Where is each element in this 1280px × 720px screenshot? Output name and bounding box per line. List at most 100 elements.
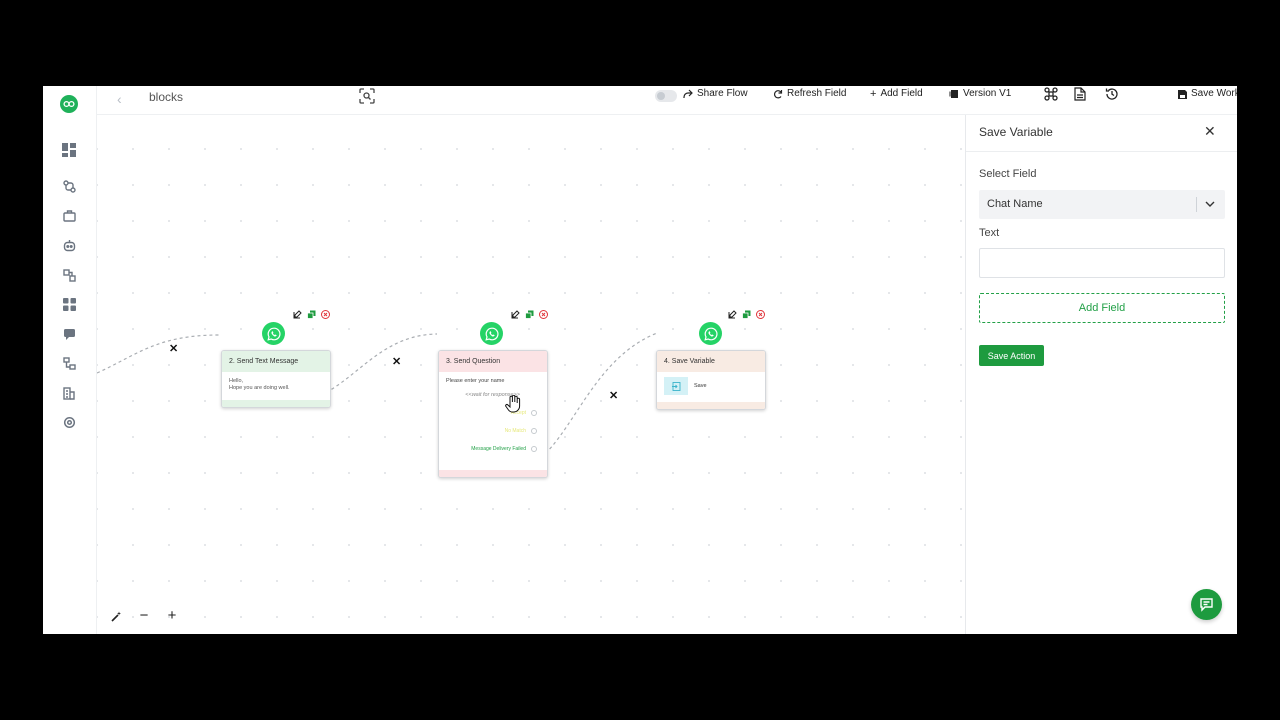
node-3-wait-text: <<wait for response>> <box>465 392 520 398</box>
option-delivery-failed[interactable]: Message Delivery Failed <box>446 445 540 463</box>
version-button[interactable]: Version V1 <box>949 88 1011 100</box>
plus-icon: + <box>870 88 877 100</box>
chat-icon[interactable] <box>61 326 77 342</box>
save-action-button-label: Save Action <box>987 350 1036 361</box>
cut-connection-incoming-icon[interactable]: ✕ <box>169 344 178 355</box>
hierarchy-icon[interactable] <box>61 355 77 371</box>
refresh-field-button[interactable]: Refresh Field <box>773 88 846 100</box>
drone-icon[interactable] <box>1044 87 1058 101</box>
add-field-button-label: Add Field <box>1078 302 1126 314</box>
edit-icon[interactable] <box>511 310 520 319</box>
share-flow-button[interactable]: Share Flow <box>683 88 748 100</box>
node-4-header: 4. Save Variable <box>657 351 765 372</box>
select-field-value: Chat Name <box>987 198 1043 210</box>
panel-divider <box>966 151 1237 152</box>
option-accept[interactable]: Accept <box>446 409 540 427</box>
sidebar <box>43 86 97 634</box>
breadcrumb: blocks <box>149 90 184 104</box>
option-accept-handle[interactable] <box>531 410 537 416</box>
select-separator <box>1196 197 1197 212</box>
cut-connection-1-icon[interactable]: ✕ <box>392 357 401 368</box>
close-icon[interactable]: ✕ <box>1204 124 1216 138</box>
node-3-actions <box>511 310 548 319</box>
connection-line-incoming <box>97 334 220 374</box>
delete-icon[interactable] <box>539 310 548 319</box>
save-workflow-button[interactable]: Save Workflow <box>1178 88 1237 100</box>
whatsapp-icon <box>480 322 503 345</box>
duplicate-icon[interactable] <box>525 310 534 319</box>
briefcase-icon[interactable] <box>61 208 77 224</box>
node-2-footer <box>222 400 330 407</box>
zoom-in-icon[interactable]: + <box>165 608 179 623</box>
save-action-button[interactable]: Save Action <box>979 345 1044 366</box>
option-no-match-handle[interactable] <box>531 428 537 434</box>
save-variable-icon <box>664 377 688 395</box>
cut-connection-2-icon[interactable]: ✕ <box>609 391 618 402</box>
chat-support-button[interactable] <box>1191 589 1222 620</box>
document-icon[interactable] <box>1074 87 1088 101</box>
mode-toggle[interactable] <box>655 90 677 102</box>
add-field-toolbar-button[interactable]: + Add Field <box>870 88 923 100</box>
text-label: Text <box>979 227 1000 239</box>
duplicate-icon[interactable] <box>742 310 751 319</box>
node-4-actions <box>728 310 765 319</box>
node-2-title: 2. Send Text Message <box>229 358 299 365</box>
focus-scan-icon[interactable] <box>359 88 375 104</box>
delete-icon[interactable] <box>756 310 765 319</box>
dashboard-icon[interactable] <box>61 142 77 158</box>
node-3-prompt: Please enter your name <box>446 378 505 384</box>
node-4-body: Save <box>657 372 765 402</box>
history-icon[interactable] <box>1105 87 1119 101</box>
share-flow-label: Share Flow <box>697 88 748 99</box>
option-no-match[interactable]: No Match <box>446 427 540 445</box>
select-field-dropdown[interactable]: Chat Name <box>979 190 1225 219</box>
node-send-text-message[interactable]: 2. Send Text Message Hello, Hope you are… <box>221 350 331 408</box>
node-3-header: 3. Send Question <box>439 351 547 372</box>
flow-icon[interactable] <box>61 178 77 194</box>
add-field-toolbar-label: Add Field <box>880 88 923 99</box>
node-3-footer <box>439 470 547 477</box>
bot-icon[interactable] <box>61 237 77 253</box>
whatsapp-icon <box>699 322 722 345</box>
back-chevron-icon[interactable]: ‹ <box>117 91 122 107</box>
apps-icon[interactable] <box>61 296 77 312</box>
magic-wand-icon[interactable] <box>109 609 123 623</box>
node-2-header: 2. Send Text Message <box>222 351 330 372</box>
workflow-builder-app: ‹ blocks Share Flow Refresh Field + Add … <box>43 86 1237 634</box>
node-4-footer <box>657 402 765 409</box>
canvas-zoom-controls: − + <box>109 608 179 623</box>
node-2-body-line-1: Hello, <box>229 378 244 384</box>
option-no-match-label: No Match <box>504 428 526 434</box>
flow-canvas[interactable]: ✕ ✕ ✕ 2. Send Text Message Hello, Hope y… <box>97 115 965 634</box>
save-workflow-label: Save Workflow <box>1191 88 1237 99</box>
add-field-button[interactable]: Add Field <box>979 293 1225 323</box>
delete-icon[interactable] <box>321 310 330 319</box>
save-disk-icon <box>1178 89 1187 99</box>
chat-bubble-icon <box>1200 598 1213 612</box>
version-icon <box>949 90 958 98</box>
edit-icon[interactable] <box>293 310 302 319</box>
toggle-knob <box>657 92 665 100</box>
node-save-variable[interactable]: 4. Save Variable Save <box>656 350 766 410</box>
blocks-icon[interactable] <box>61 267 77 283</box>
app-logo[interactable] <box>60 95 78 113</box>
node-2-actions <box>293 310 330 319</box>
text-input[interactable] <box>979 248 1225 278</box>
select-field-label: Select Field <box>979 168 1037 180</box>
edit-icon[interactable] <box>728 310 737 319</box>
version-label: Version V1 <box>963 88 1012 99</box>
zoom-out-icon[interactable]: − <box>137 608 151 623</box>
node-send-question[interactable]: 3. Send Question Please enter your name … <box>438 350 548 478</box>
duplicate-icon[interactable] <box>307 310 316 319</box>
node-4-item-label: Save <box>694 382 707 389</box>
whatsapp-icon <box>262 322 285 345</box>
save-variable-panel: Save Variable ✕ Select Field Chat Name T… <box>965 115 1237 634</box>
building-icon[interactable] <box>61 385 77 401</box>
node-2-body: Hello, Hope you are doing well. <box>222 372 330 400</box>
refresh-field-label: Refresh Field <box>787 88 847 99</box>
share-icon <box>683 89 693 98</box>
settings-icon[interactable] <box>61 414 77 430</box>
option-delivery-failed-handle[interactable] <box>531 446 537 452</box>
refresh-icon <box>773 90 783 99</box>
infinity-logo-icon <box>63 100 75 108</box>
